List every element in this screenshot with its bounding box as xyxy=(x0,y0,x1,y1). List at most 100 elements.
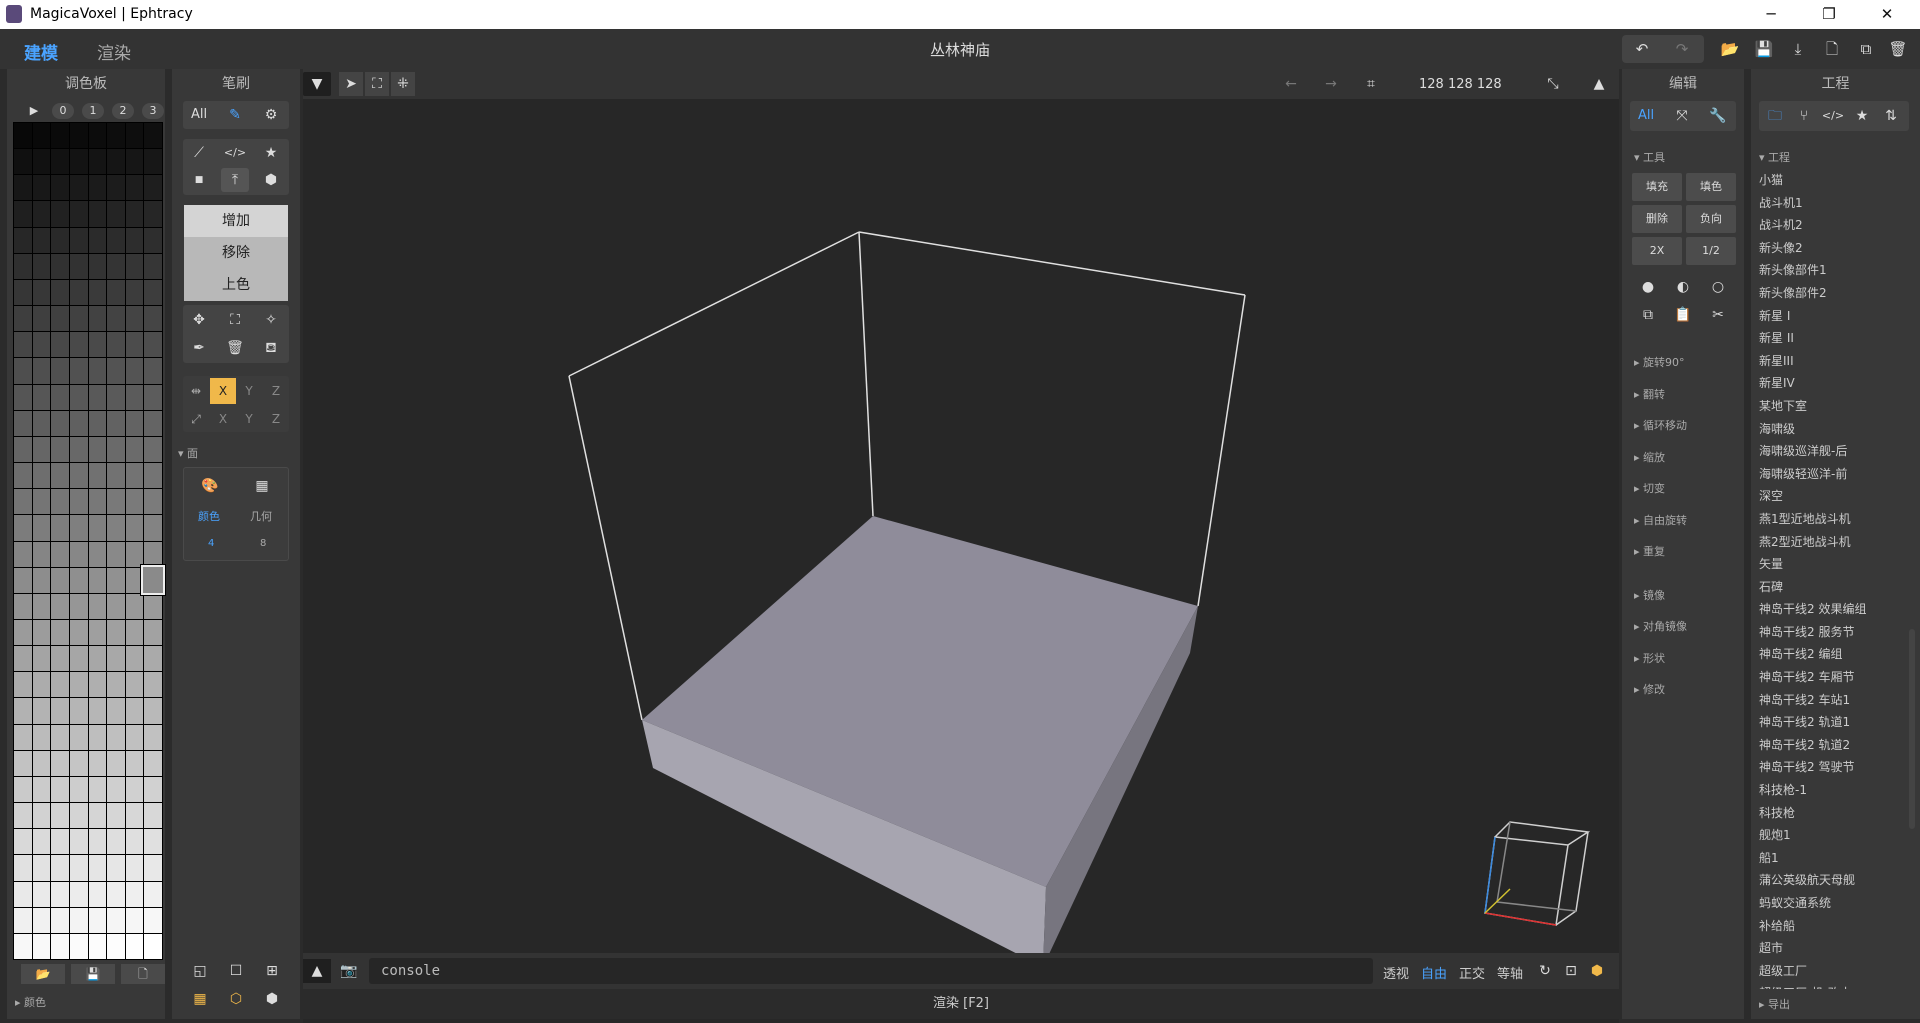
palette-swatch[interactable] xyxy=(88,646,107,672)
project-list-item[interactable]: 新星 II xyxy=(1759,327,1909,350)
brush-filter-all[interactable]: All xyxy=(185,103,213,127)
palette-swatch[interactable] xyxy=(88,567,107,593)
settings-gear-icon[interactable]: ⚙ xyxy=(257,103,285,127)
project-list-item[interactable]: 新头像部件1 xyxy=(1759,259,1909,282)
loop-move-section[interactable]: ▸ 循环移动 xyxy=(1634,417,1687,433)
palette-swatch[interactable] xyxy=(14,933,32,959)
project-list-item[interactable]: 神岛干线2 车厢节 xyxy=(1759,666,1909,689)
fill-bucket-icon[interactable]: ⛾ xyxy=(257,336,285,360)
project-list-item[interactable]: 神岛干线2 轨道1 xyxy=(1759,711,1909,734)
face-brush-icon[interactable]: ⤒ xyxy=(221,168,249,192)
transform-icon[interactable]: ⤧ xyxy=(1668,104,1696,128)
palette-swatch[interactable] xyxy=(107,776,125,803)
palette-swatch[interactable] xyxy=(51,279,69,306)
grid-geometry-icon[interactable]: ▦ xyxy=(248,474,276,498)
edit-tools-section[interactable]: ▾ 工具 xyxy=(1634,149,1665,165)
palette-swatch[interactable] xyxy=(32,593,51,619)
palette-swatch[interactable] xyxy=(14,619,32,646)
palette-swatch[interactable] xyxy=(32,410,51,436)
palette-swatch[interactable] xyxy=(125,175,144,201)
palette-swatch[interactable] xyxy=(51,332,69,358)
palette-swatch[interactable] xyxy=(14,175,32,201)
trash-icon[interactable]: 🗑 xyxy=(221,336,249,360)
cube-icon[interactable]: ⬡ xyxy=(222,987,250,1011)
palette-swatch[interactable] xyxy=(69,855,88,881)
scale-half-button[interactable]: 1/2 xyxy=(1686,237,1736,265)
palette-swatch[interactable] xyxy=(125,358,144,384)
code-brush-icon[interactable]: </> xyxy=(221,141,249,165)
palette-swatch[interactable] xyxy=(88,463,107,489)
palette-swatch[interactable] xyxy=(32,829,51,855)
palette-swatch[interactable] xyxy=(88,306,107,332)
palette-swatch[interactable] xyxy=(125,149,144,175)
palette-swatch[interactable] xyxy=(32,436,51,463)
palette-swatch[interactable] xyxy=(107,123,125,149)
palette-swatch[interactable] xyxy=(125,829,144,855)
palette-swatch[interactable] xyxy=(51,463,69,489)
palette-swatch[interactable] xyxy=(69,358,88,384)
palette-swatch[interactable] xyxy=(88,724,107,750)
palette-swatch[interactable] xyxy=(14,227,32,253)
palette-swatch[interactable] xyxy=(125,593,144,619)
palette-swatch[interactable] xyxy=(144,724,162,750)
palette-swatch[interactable] xyxy=(69,829,88,855)
palette-swatch[interactable] xyxy=(51,489,69,515)
palette-swatch[interactable] xyxy=(144,358,162,384)
palette-swatch[interactable] xyxy=(88,933,107,959)
palette-swatch[interactable] xyxy=(144,698,162,724)
brush-icon[interactable]: ✎ xyxy=(221,103,249,127)
star-icon[interactable]: ★ xyxy=(1848,104,1876,128)
palette-tab-3[interactable]: 3 xyxy=(142,103,164,119)
palette-swatch[interactable] xyxy=(14,881,32,907)
palette-swatch[interactable] xyxy=(32,384,51,410)
box-brush-icon[interactable]: ⬢ xyxy=(257,168,285,192)
status-bar[interactable]: 渲染 [F2] xyxy=(303,989,1619,1019)
palette-swatch[interactable] xyxy=(144,750,162,776)
palette-color-label[interactable]: ▸ 颜色 xyxy=(15,994,46,1010)
project-list-item[interactable]: 蒲公英级航天母舰 xyxy=(1759,869,1909,892)
palette-swatch[interactable] xyxy=(51,933,69,959)
circle-half-icon[interactable]: ◐ xyxy=(1669,275,1697,299)
palette-swatch[interactable] xyxy=(144,776,162,803)
palette-swatch[interactable] xyxy=(51,358,69,384)
palette-swatch[interactable] xyxy=(107,436,125,463)
palette-swatch[interactable] xyxy=(107,593,125,619)
palette-swatch[interactable] xyxy=(107,646,125,672)
palette-swatch[interactable] xyxy=(144,672,162,698)
palette-swatch[interactable] xyxy=(107,672,125,698)
copy-icon[interactable]: ⧉ xyxy=(1634,303,1662,327)
modify-section[interactable]: ▸ 修改 xyxy=(1634,681,1665,697)
palette-swatch[interactable] xyxy=(14,384,32,410)
palette-swatch[interactable] xyxy=(144,149,162,175)
project-list-item[interactable]: 神岛干线2 效果编组 xyxy=(1759,598,1909,621)
palette-swatch[interactable] xyxy=(125,515,144,541)
new-file-icon[interactable]: 🗋 xyxy=(1818,38,1846,60)
palette-swatch[interactable] xyxy=(107,149,125,175)
minimize-button[interactable]: ─ xyxy=(1742,0,1800,29)
palette-swatch[interactable] xyxy=(69,724,88,750)
palette-swatch[interactable] xyxy=(69,123,88,149)
palette-swatch[interactable] xyxy=(69,279,88,306)
palette-swatch[interactable] xyxy=(51,803,69,829)
scene-svg[interactable] xyxy=(303,99,1619,967)
palette-swatch[interactable] xyxy=(14,567,32,593)
view-isometric[interactable]: 等轴 xyxy=(1497,963,1523,982)
palette-swatch[interactable] xyxy=(32,750,51,776)
palette-swatch[interactable] xyxy=(14,776,32,803)
palette-swatch[interactable] xyxy=(107,803,125,829)
project-list-item[interactable]: 神岛干线2 服务节 xyxy=(1759,621,1909,644)
selected-swatch[interactable] xyxy=(140,564,166,596)
face-tab-color[interactable]: 颜色 xyxy=(198,508,220,524)
palette-swatch[interactable] xyxy=(125,646,144,672)
fit-view-icon[interactable]: ⤡ xyxy=(1539,72,1567,96)
palette-swatch[interactable] xyxy=(69,776,88,803)
copy-file-icon[interactable]: ⧉ xyxy=(1852,38,1880,60)
fill-button[interactable]: 填充 xyxy=(1632,173,1682,201)
project-list-item[interactable]: 某地下室 xyxy=(1759,395,1909,418)
palette-swatch[interactable] xyxy=(88,149,107,175)
palette-swatch[interactable] xyxy=(144,907,162,933)
palette-swatch[interactable] xyxy=(69,567,88,593)
palette-swatch[interactable] xyxy=(14,201,32,227)
palette-swatch[interactable] xyxy=(88,436,107,463)
palette-swatch[interactable] xyxy=(51,175,69,201)
